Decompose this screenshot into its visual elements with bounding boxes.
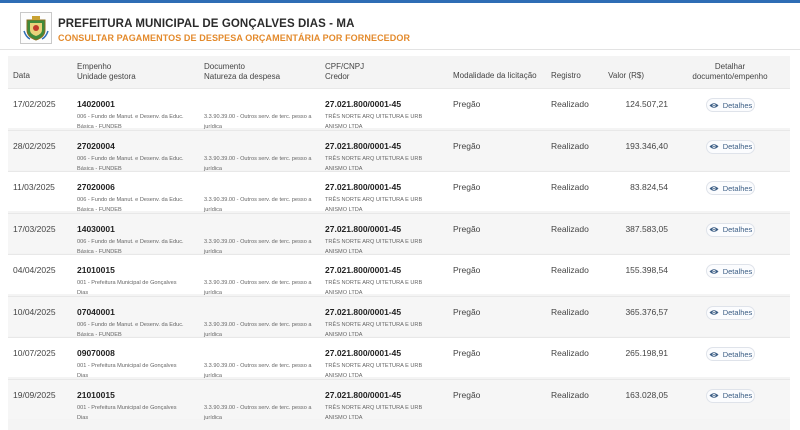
row-natureza: 3.3.90.39.00 - Outros serv. de terc. pes… — [204, 404, 312, 421]
row-empenho: 27020006 — [77, 182, 115, 192]
eye-icon — [709, 351, 719, 357]
row-empenho: 14020001 — [77, 99, 115, 109]
row-date: 11/03/2025 — [13, 182, 55, 192]
eye-icon — [709, 227, 719, 232]
details-button[interactable]: Detalhes — [706, 139, 755, 154]
row-date: 17/03/2025 — [13, 223, 56, 234]
row-valor: 83.824,54 — [630, 182, 668, 192]
row-valor: 124.507,21 — [625, 99, 668, 109]
col-unidade: Unidade gestora — [77, 72, 136, 81]
table-row: 17/02/2025 14020001 006 - Fundo de Manut… — [8, 88, 790, 130]
coat-of-arms-logo — [20, 12, 52, 44]
details-button[interactable]: Detalhes — [706, 222, 755, 237]
row-cpf: 27.021.800/0001-45 — [325, 348, 402, 358]
table-row: 04/04/2025 21010015 001 - Prefeitura Mun… — [8, 254, 790, 296]
table-row: 10/04/2025 07040001 006 - Fundo de Manut… — [8, 295, 790, 338]
col-credor: Credor — [325, 72, 350, 81]
eye-icon — [709, 144, 719, 149]
table-header: Data Empenho Unidade gestora Documento N… — [8, 56, 790, 88]
details-label: Detalhes — [722, 100, 753, 110]
details-button[interactable]: Detalhes — [706, 98, 755, 112]
eye-icon — [709, 393, 719, 398]
row-modalidade: Pregão — [453, 265, 481, 275]
row-date: 10/07/2025 — [13, 348, 56, 358]
table-row: 19/09/2025 21010015 001 - Prefeitura Mun… — [8, 378, 790, 421]
payments-table: Data Empenho Unidade gestora Documento N… — [8, 56, 790, 430]
row-valor: 163.028,05 — [625, 389, 668, 400]
row-cpf: 27.021.800/0001-45 — [325, 182, 402, 192]
row-date: 04/04/2025 — [13, 265, 56, 275]
col-documento: Documento — [204, 62, 245, 71]
details-label: Detalhes — [722, 308, 753, 317]
page-title: PREFEITURA MUNICIPAL DE GONÇALVES DIAS -… — [58, 18, 355, 30]
col-detalhar-sub: documento/empenho — [692, 72, 768, 81]
col-cpf: CPF/CNPJ — [325, 62, 365, 71]
details-button[interactable]: Detalhes — [706, 264, 755, 278]
details-label: Detalhes — [722, 391, 753, 400]
row-cpf: 27.021.800/0001-45 — [325, 389, 402, 400]
eye-icon — [709, 310, 719, 315]
table-row: 11/03/2025 27020006 006 - Fundo de Manut… — [8, 171, 790, 213]
col-natureza: Natureza da despesa — [204, 72, 281, 81]
row-empenho: 21010015 — [77, 265, 115, 275]
row-modalidade: Pregão — [453, 140, 481, 151]
row-empenho: 21010015 — [77, 389, 115, 400]
row-modalidade: Pregão — [453, 99, 481, 109]
row-modalidade: Pregão — [453, 389, 481, 400]
row-date: 28/02/2025 — [13, 140, 56, 151]
details-label: Detalhes — [722, 183, 753, 193]
row-credor: TRÊS NORTE ARQ UITETURA E URB ANISMO LTD… — [325, 404, 423, 421]
row-cpf: 27.021.800/0001-45 — [325, 99, 402, 109]
details-label: Detalhes — [722, 142, 753, 151]
table-row: 10/07/2025 09070008 001 - Prefeitura Mun… — [8, 337, 790, 379]
row-cpf: 27.021.800/0001-45 — [325, 306, 402, 317]
col-modalidade: Modalidade da licitação — [453, 71, 537, 80]
row-cpf: 27.021.800/0001-45 — [325, 140, 402, 151]
details-button[interactable]: Detalhes — [706, 305, 755, 320]
eye-icon — [709, 268, 719, 274]
row-valor: 265.198,91 — [625, 348, 668, 358]
col-registro: Registro — [551, 71, 581, 80]
page-subtitle: CONSULTAR PAGAMENTOS DE DESPESA ORÇAMENT… — [58, 33, 411, 43]
row-valor: 155.398,54 — [625, 265, 668, 275]
eye-icon — [709, 185, 719, 191]
details-label: Detalhes — [722, 266, 753, 276]
eye-icon — [709, 102, 719, 108]
row-date: 17/02/2025 — [13, 99, 56, 109]
row-date: 19/09/2025 — [13, 389, 56, 400]
row-modalidade: Pregão — [453, 182, 481, 192]
details-label: Detalhes — [722, 349, 753, 359]
row-modalidade: Pregão — [453, 223, 481, 234]
row-date: 10/04/2025 — [13, 306, 56, 317]
details-button[interactable]: Detalhes — [706, 181, 755, 195]
row-empenho: 27020004 — [77, 140, 115, 151]
col-valor: Valor (R$) — [608, 71, 644, 80]
col-detalhar: Detalhar — [714, 62, 746, 71]
details-button[interactable]: Detalhes — [706, 347, 755, 361]
details-label: Detalhes — [722, 225, 753, 234]
row-cpf: 27.021.800/0001-45 — [325, 223, 402, 234]
details-button[interactable]: Detalhes — [706, 388, 755, 403]
row-cpf: 27.021.800/0001-45 — [325, 265, 402, 275]
row-modalidade: Pregão — [453, 348, 481, 358]
row-empenho: 09070008 — [77, 348, 115, 358]
row-valor: 193.346,40 — [625, 140, 668, 151]
col-data: Data — [13, 71, 30, 80]
row-empenho: 07040001 — [77, 306, 115, 317]
table-row: 17/03/2025 14030001 006 - Fundo de Manut… — [8, 212, 790, 255]
col-empenho: Empenho — [77, 62, 112, 71]
row-modalidade: Pregão — [453, 306, 481, 317]
row-unidade: 001 - Prefeitura Municipal de Gonçalves … — [77, 404, 177, 421]
row-valor: 365.376,57 — [625, 306, 668, 317]
table-row: 28/02/2025 27020004 006 - Fundo de Manut… — [8, 129, 790, 172]
row-empenho: 14030001 — [77, 223, 115, 234]
row-valor: 387.583,05 — [625, 223, 668, 234]
page-header: PREFEITURA MUNICIPAL DE GONÇALVES DIAS -… — [0, 3, 800, 50]
